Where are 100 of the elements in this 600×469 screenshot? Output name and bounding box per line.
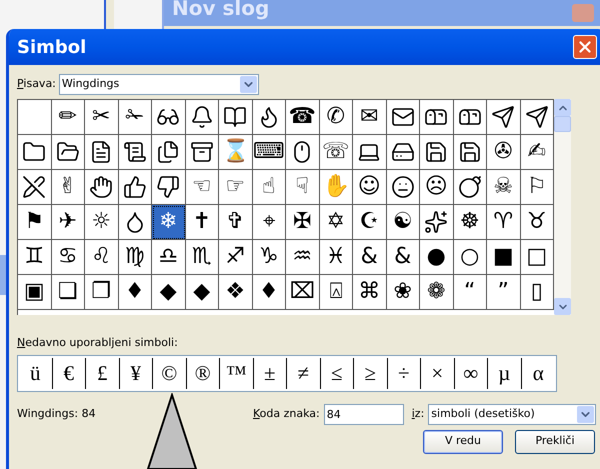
symbol-cell[interactable] <box>186 100 219 135</box>
symbol-cell[interactable] <box>286 135 320 170</box>
symbol-cell[interactable]: ✌ <box>52 170 85 205</box>
symbol-cell[interactable] <box>454 100 487 135</box>
encoding-dropdown[interactable]: simboli (desetiško) <box>428 404 596 425</box>
close-button[interactable] <box>573 35 597 59</box>
symbol-cell[interactable]: ☺ <box>353 170 386 205</box>
symbol-cell[interactable]: ⌨ <box>252 135 286 170</box>
symbol-cell[interactable]: & <box>353 240 386 275</box>
symbol-cell[interactable] <box>420 100 454 135</box>
symbol-cell[interactable] <box>420 205 454 240</box>
scroll-down-button[interactable] <box>554 298 571 315</box>
symbol-cell[interactable] <box>386 100 420 135</box>
symbol-cell[interactable]: ♍ <box>118 240 152 275</box>
symbol-cell[interactable]: ❏ <box>52 275 85 310</box>
symbol-cell[interactable]: ○ <box>454 240 487 275</box>
symbol-cell[interactable] <box>18 135 52 170</box>
symbol-cell[interactable] <box>152 135 186 170</box>
symbol-cell[interactable]: ” <box>487 275 520 310</box>
symbol-cell[interactable]: ♈ <box>487 205 520 240</box>
cancel-button[interactable]: Prekliči <box>515 430 595 454</box>
dropdown-button[interactable] <box>577 406 594 423</box>
symbol-cell[interactable] <box>487 100 520 135</box>
symbol-cell[interactable]: ✈ <box>52 205 85 240</box>
symbol-cell[interactable] <box>152 100 186 135</box>
symbol-cell[interactable]: ▣ <box>18 275 52 310</box>
symbol-cell[interactable]: ♋ <box>52 240 85 275</box>
symbol-cell[interactable]: ☏ <box>320 135 353 170</box>
symbol-cell[interactable]: ■ <box>487 240 520 275</box>
symbol-cell[interactable]: ♓ <box>320 240 353 275</box>
symbol-cell[interactable]: ⌧ <box>286 275 320 310</box>
symbol-cell[interactable]: ♒ <box>286 240 320 275</box>
symbol-cell[interactable]: ♉ <box>520 205 554 240</box>
dropdown-button[interactable] <box>240 76 257 92</box>
scrollbar[interactable] <box>554 99 571 315</box>
symbol-cell[interactable] <box>353 135 386 170</box>
symbol-cell[interactable]: □ <box>520 240 554 275</box>
symbol-cell[interactable]: ⚐ <box>520 170 554 205</box>
symbol-cell[interactable]: ⌖ <box>252 205 286 240</box>
symbol-cell[interactable]: ☟ <box>286 170 320 205</box>
symbol-cell[interactable]: ⚑ <box>18 205 52 240</box>
symbol-cell[interactable]: ♎ <box>152 240 186 275</box>
symbol-cell[interactable]: ☠ <box>487 170 520 205</box>
symbol-cell[interactable] <box>52 135 85 170</box>
symbol-cell[interactable]: “ <box>454 275 487 310</box>
symbol-cell[interactable] <box>85 135 118 170</box>
ok-button[interactable]: V redu <box>423 430 503 454</box>
symbol-cell[interactable]: ☸ <box>454 205 487 240</box>
symbol-cell[interactable]: ☎ <box>286 100 320 135</box>
symbol-cell[interactable]: ✠ <box>286 205 320 240</box>
symbol-cell[interactable]: ✞ <box>219 205 252 240</box>
scroll-thumb[interactable] <box>554 116 571 132</box>
symbol-cell[interactable]: ❁ <box>420 275 454 310</box>
symbol-cell[interactable] <box>118 135 152 170</box>
symbol-cell[interactable]: ◆ <box>186 275 219 310</box>
symbol-cell[interactable] <box>454 170 487 205</box>
symbol-cell[interactable] <box>386 170 420 205</box>
symbol-cell[interactable]: ⌘ <box>353 275 386 310</box>
symbol-cell[interactable]: ♑ <box>252 240 286 275</box>
symbol-cell[interactable]: ☞ <box>219 170 252 205</box>
symbol-cell[interactable]: ❖ <box>219 275 252 310</box>
symbol-cell[interactable] <box>420 135 454 170</box>
symbol-cell[interactable] <box>520 100 554 135</box>
symbol-cell[interactable]: ● <box>420 240 454 275</box>
symbol-cell[interactable]: ☜ <box>186 170 219 205</box>
symbol-cell[interactable] <box>18 170 52 205</box>
symbol-cell[interactable]: ◆ <box>152 275 186 310</box>
symbol-cell[interactable]: ✡ <box>320 205 353 240</box>
scroll-up-button[interactable] <box>554 99 571 116</box>
symbol-cell[interactable]: ☪ <box>353 205 386 240</box>
symbol-cell[interactable]: ❄ <box>152 205 186 240</box>
symbol-cell[interactable]: ❀ <box>386 275 420 310</box>
symbol-cell[interactable]: ♦ <box>118 275 152 310</box>
symbol-cell[interactable]: ▯ <box>520 275 554 310</box>
symbol-cell[interactable]: ♦ <box>252 275 286 310</box>
symbol-cell[interactable]: ✇ <box>487 135 520 170</box>
symbol-cell[interactable]: ✏ <box>52 100 85 135</box>
symbol-cell[interactable] <box>85 170 118 205</box>
symbol-cell[interactable]: ✂ <box>85 100 118 135</box>
symbol-cell[interactable]: ✆ <box>320 100 353 135</box>
symbol-cell[interactable] <box>454 135 487 170</box>
symbol-cell[interactable] <box>186 135 219 170</box>
symbol-cell[interactable]: ♏ <box>186 240 219 275</box>
symbol-cell[interactable] <box>18 100 52 135</box>
symbol-cell[interactable]: ☹ <box>420 170 454 205</box>
symbol-cell[interactable] <box>118 205 152 240</box>
symbol-cell[interactable]: ☝ <box>252 170 286 205</box>
character-code-field[interactable]: 84 <box>324 404 404 425</box>
symbol-cell[interactable] <box>386 135 420 170</box>
symbol-cell[interactable]: & <box>386 240 420 275</box>
symbol-cell[interactable] <box>152 170 186 205</box>
symbol-cell[interactable] <box>252 100 286 135</box>
symbol-cell[interactable]: ☯ <box>386 205 420 240</box>
font-dropdown[interactable]: Wingdings <box>58 74 259 94</box>
symbol-cell[interactable]: ✍ <box>520 135 554 170</box>
symbol-cell[interactable]: ☼ <box>85 205 118 240</box>
symbol-cell[interactable]: ✉ <box>353 100 386 135</box>
symbol-cell[interactable]: ✁ <box>118 100 152 135</box>
symbol-cell[interactable]: ♌ <box>85 240 118 275</box>
symbol-cell[interactable] <box>118 170 152 205</box>
